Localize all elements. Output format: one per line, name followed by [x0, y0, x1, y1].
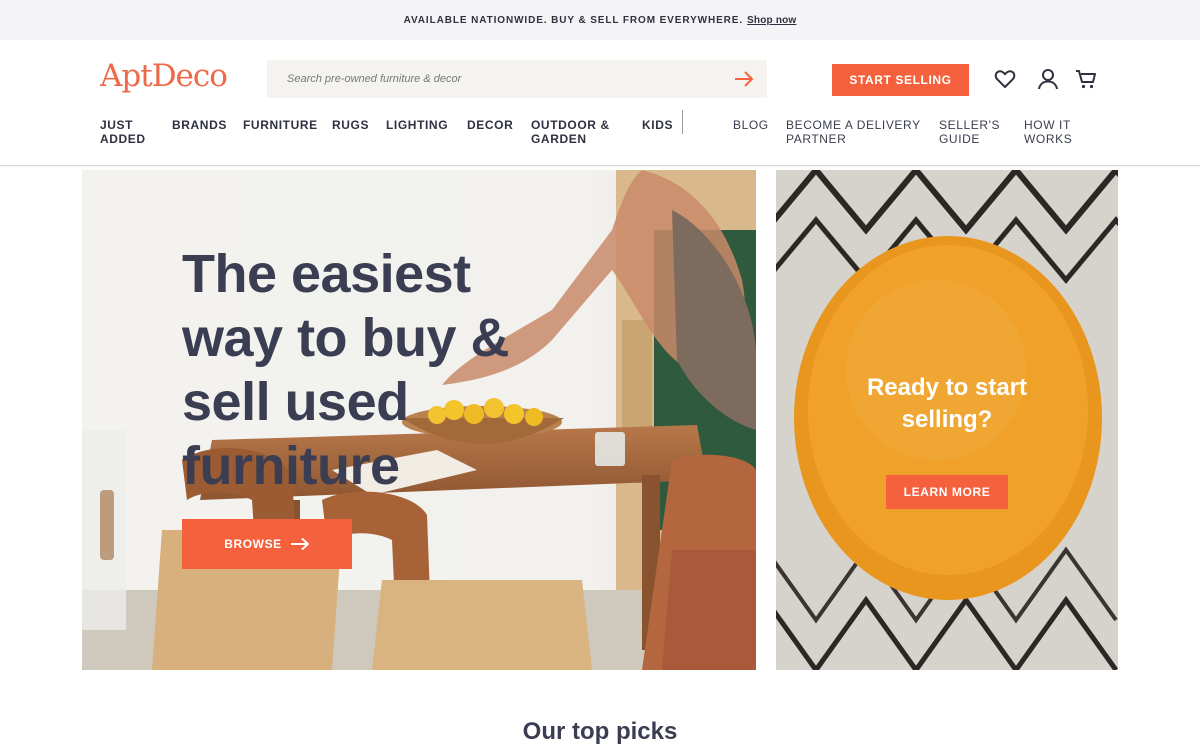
nav-blog[interactable]: BLOG — [733, 118, 769, 132]
nav-furniture[interactable]: FURNITURE — [243, 118, 318, 132]
nav-kids[interactable]: KIDS — [642, 118, 673, 132]
nav-brands[interactable]: BRANDS — [172, 118, 227, 132]
start-selling-button[interactable]: START SELLING — [832, 64, 969, 96]
promo-title: Ready to start selling? — [866, 374, 1028, 433]
nav-rugs[interactable]: RUGS — [332, 118, 369, 132]
nav-decor[interactable]: DECOR — [467, 118, 513, 132]
shop-now-link[interactable]: Shop now — [747, 15, 796, 26]
cart-icon[interactable] — [1075, 68, 1097, 90]
announcement-text: AVAILABLE NATIONWIDE. BUY & SELL FROM EV… — [403, 14, 744, 26]
user-icon[interactable] — [1037, 68, 1059, 90]
sell-promo-banner[interactable]: Ready to start selling? LEARN MORE — [776, 170, 1118, 670]
top-picks-heading: Our top picks — [522, 718, 678, 745]
nav-how-it-works[interactable]: HOW IT WORKS — [1024, 118, 1072, 146]
nav-lighting[interactable]: LIGHTING — [386, 118, 448, 132]
nav-delivery-partner[interactable]: BECOME A DELIVERY PARTNER — [786, 118, 921, 146]
learn-more-button[interactable]: LEARN MORE — [886, 475, 1008, 509]
search-bar[interactable] — [267, 60, 767, 98]
hero-banner[interactable]: The easiest way to buy & sell used furni… — [82, 170, 756, 670]
heart-icon[interactable] — [994, 68, 1016, 90]
search-input[interactable] — [287, 73, 717, 85]
browse-button-label: BROWSE — [224, 537, 282, 551]
arrow-right-icon[interactable] — [733, 70, 755, 88]
nav-just-added[interactable]: JUST ADDED — [100, 118, 146, 146]
nav-sellers-guide[interactable]: SELLER'S GUIDE — [939, 118, 1000, 146]
site-header: AptDeco START SELLING JUST ADDED BRANDS … — [0, 40, 1200, 166]
site-logo[interactable]: AptDeco — [100, 58, 228, 94]
hero-title: The easiest way to buy & sell used furni… — [182, 244, 510, 496]
nav-outdoor-garden[interactable]: OUTDOOR & GARDEN — [531, 118, 610, 146]
arrow-right-icon — [290, 537, 310, 551]
browse-button[interactable]: BROWSE — [182, 519, 352, 569]
main-nav: JUST ADDED BRANDS FURNITURE RUGS LIGHTIN… — [0, 110, 1200, 158]
announcement-bar: AVAILABLE NATIONWIDE. BUY & SELL FROM EV… — [0, 0, 1200, 40]
nav-divider — [682, 110, 683, 134]
